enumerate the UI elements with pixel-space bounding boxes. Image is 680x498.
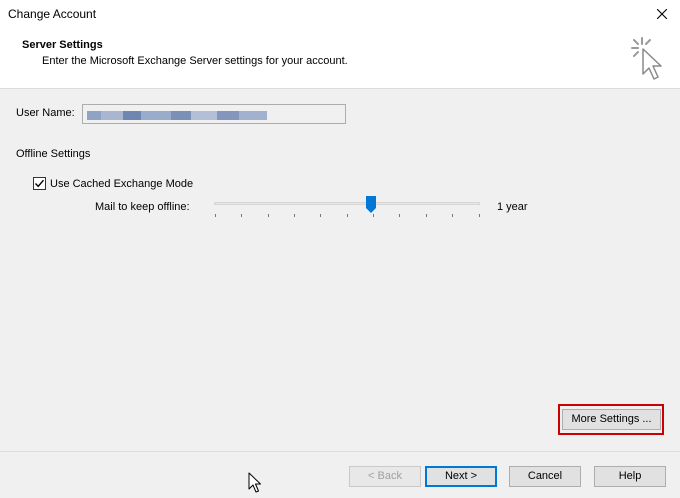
help-button[interactable]: Help <box>594 466 666 487</box>
slider-tick <box>320 214 321 217</box>
mail-keep-value: 1 year <box>497 201 528 213</box>
back-button[interactable]: < Back <box>349 466 421 487</box>
cached-mode-label: Use Cached Exchange Mode <box>50 178 194 190</box>
slider-tick <box>399 214 400 217</box>
header-title: Server Settings <box>22 39 103 51</box>
more-settings-button[interactable]: More Settings ... <box>562 409 661 430</box>
checkmark-icon <box>34 179 45 188</box>
user-name-label: User Name: <box>16 107 75 119</box>
header-subtitle: Enter the Microsoft Exchange Server sett… <box>42 55 348 67</box>
next-button[interactable]: Next > <box>425 466 497 487</box>
mail-keep-slider-thumb[interactable] <box>365 196 376 214</box>
slider-tick <box>268 214 269 217</box>
slider-tick <box>215 214 216 217</box>
slider-tick <box>294 214 295 217</box>
cancel-button[interactable]: Cancel <box>509 466 581 487</box>
slider-tick <box>241 214 242 217</box>
change-account-dialog: Change Account Server Settings Enter the… <box>0 0 680 498</box>
cursor-click-icon <box>631 37 662 80</box>
slider-tick <box>426 214 427 217</box>
footer-separator <box>0 451 680 452</box>
mail-keep-slider-track[interactable] <box>214 202 480 205</box>
close-button[interactable] <box>644 0 680 28</box>
user-name-field[interactable] <box>82 104 346 124</box>
slider-tick <box>373 214 374 217</box>
window-title: Change Account <box>8 7 97 21</box>
title-bar: Change Account <box>0 0 680 28</box>
cached-mode-checkbox[interactable] <box>33 177 46 190</box>
close-icon <box>657 9 667 19</box>
offline-settings-label: Offline Settings <box>16 148 91 160</box>
header-banner: Server Settings Enter the Microsoft Exch… <box>0 28 680 89</box>
mail-keep-offline-label: Mail to keep offline: <box>95 201 190 213</box>
slider-tick <box>479 214 480 217</box>
slider-tick <box>347 214 348 217</box>
slider-tick <box>452 214 453 217</box>
mouse-pointer-icon <box>248 472 261 493</box>
